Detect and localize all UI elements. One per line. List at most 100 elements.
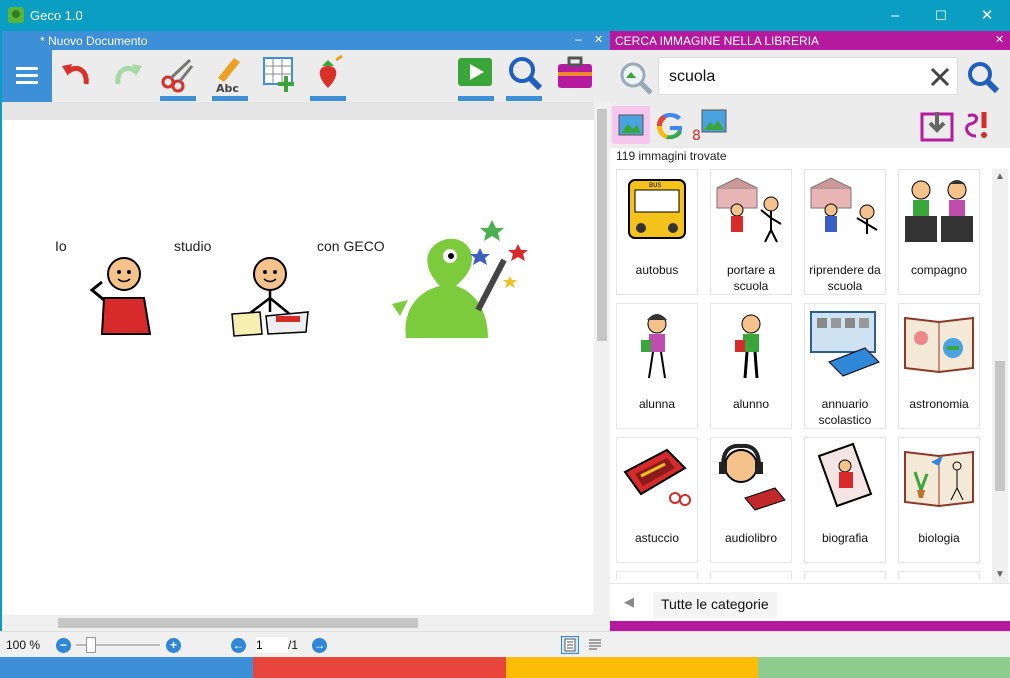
- briefcase-button[interactable]: [556, 50, 596, 100]
- maximize-button[interactable]: ☐: [918, 0, 964, 31]
- result-item[interactable]: portare a scuola: [710, 169, 792, 295]
- zoom-button[interactable]: [504, 50, 544, 101]
- results-grid: BUS autobus portare a scuola riprendere …: [616, 169, 991, 579]
- text-view-icon: [589, 639, 601, 650]
- document-vertical-scroll-thumb[interactable]: [597, 109, 607, 341]
- yearbook-icon: [810, 311, 880, 377]
- results-scroll-thumb[interactable]: [995, 361, 1005, 491]
- scissors-icon: [161, 58, 194, 93]
- biology-book-icon: [904, 450, 974, 508]
- result-item[interactable]: compagno: [898, 169, 980, 295]
- hamburger-menu-button[interactable]: [2, 50, 52, 102]
- result-item[interactable]: [710, 571, 792, 579]
- result-label: annuario scolastico: [818, 397, 872, 427]
- play-icon: [458, 58, 492, 86]
- word-con-geco[interactable]: con GECO: [317, 238, 385, 254]
- result-label: portare a scuola: [726, 263, 776, 293]
- result-item[interactable]: alunna: [616, 303, 698, 429]
- scroll-down-icon[interactable]: ▼: [995, 569, 1005, 580]
- close-button[interactable]: ✕: [964, 0, 1010, 31]
- result-label: autobus: [635, 263, 679, 277]
- source-tabs: 8: [610, 106, 1010, 148]
- insert-image-button[interactable]: [308, 50, 348, 101]
- person-pointing-icon: [89, 257, 152, 335]
- result-item[interactable]: biologia: [898, 437, 980, 563]
- result-item[interactable]: audiolibro: [710, 437, 792, 563]
- search-button-icon[interactable]: [966, 60, 1000, 94]
- word-studio[interactable]: studio: [174, 238, 211, 254]
- page-view-button[interactable]: [561, 636, 579, 654]
- result-item[interactable]: annuario scolastico: [804, 303, 886, 429]
- document-minimize-button[interactable]: –: [575, 32, 582, 46]
- word-io[interactable]: Io: [55, 238, 67, 254]
- text-view-button[interactable]: [587, 636, 605, 654]
- result-label: audiolibro: [724, 531, 778, 545]
- person-studying-icon: [231, 257, 309, 337]
- result-label: astronomia: [909, 397, 969, 411]
- redo-icon: [115, 64, 142, 85]
- result-item[interactable]: astronomia: [898, 303, 980, 429]
- library-search-panel: CERCA IMMAGINE NELLA LIBRERIA ✕ 8 119 im…: [610, 31, 1010, 631]
- result-item[interactable]: astuccio: [616, 437, 698, 563]
- result-label: riprendere da scuola: [809, 263, 881, 293]
- page-total: /1: [288, 638, 299, 652]
- clear-search-icon[interactable]: [929, 66, 951, 88]
- magic-icon[interactable]: [962, 108, 992, 142]
- status-bar: 100 % − + ← /1 →: [0, 631, 1010, 657]
- next-page-button[interactable]: →: [312, 638, 327, 653]
- pencil-case-icon: [623, 448, 691, 506]
- image-search-icon: [620, 62, 653, 95]
- result-item[interactable]: alunno: [710, 303, 792, 429]
- result-label: biologia: [918, 531, 960, 545]
- tab-local-library[interactable]: [612, 106, 650, 144]
- search-input[interactable]: [669, 65, 919, 89]
- strawberry-icon: [319, 54, 343, 88]
- play-button[interactable]: [456, 50, 496, 101]
- result-item[interactable]: [804, 571, 886, 579]
- color-segment-blue: [0, 657, 253, 678]
- color-bar: [0, 657, 1010, 678]
- category-back-icon[interactable]: ◀: [624, 594, 634, 610]
- document-pane: * Nuovo Documento – ✕ Abc Io studio con …: [0, 31, 610, 631]
- document-horizontal-scroll-thumb[interactable]: [58, 618, 418, 628]
- classmates-icon: [905, 180, 973, 242]
- zoom-out-button[interactable]: −: [56, 638, 71, 653]
- color-segment-yellow: [506, 657, 758, 678]
- cut-button[interactable]: [158, 50, 198, 101]
- picture-icon: [618, 114, 644, 136]
- scroll-up-icon[interactable]: ▲: [995, 171, 1005, 182]
- zoom-in-button[interactable]: +: [166, 638, 181, 653]
- table-icon: [263, 57, 294, 92]
- insert-table-button[interactable]: [260, 50, 300, 100]
- girl-pupil-icon: [641, 314, 667, 379]
- result-item[interactable]: BUS autobus: [616, 169, 698, 295]
- document-page[interactable]: Io studio con GECO: [2, 120, 594, 615]
- result-item[interactable]: [616, 571, 698, 579]
- redo-button[interactable]: [106, 50, 146, 100]
- extra-sources-icon[interactable]: 8: [692, 108, 728, 142]
- color-segment-green: [758, 657, 1010, 678]
- result-item[interactable]: biografia: [804, 437, 886, 563]
- import-image-icon[interactable]: [920, 110, 954, 142]
- panel-close-button[interactable]: ✕: [995, 33, 1004, 46]
- page-number-input[interactable]: [256, 637, 288, 653]
- result-item[interactable]: riprendere da scuola: [804, 169, 886, 295]
- spellcheck-icon: Abc: [216, 58, 240, 95]
- geco-app-icon: [8, 7, 24, 23]
- spellcheck-button[interactable]: Abc: [210, 50, 250, 101]
- result-item[interactable]: [898, 571, 980, 579]
- previous-page-button[interactable]: ←: [231, 638, 246, 653]
- astronomy-book-icon: [904, 316, 974, 374]
- zoom-slider-thumb[interactable]: [86, 637, 96, 653]
- document-close-button[interactable]: ✕: [594, 33, 603, 46]
- minimize-button[interactable]: –: [872, 0, 918, 31]
- document-header: * Nuovo Documento – ✕: [2, 31, 610, 50]
- svg-text:Abc: Abc: [216, 82, 239, 95]
- result-label: astuccio: [634, 531, 680, 545]
- biography-icon: [817, 442, 873, 508]
- page-view-icon: [564, 638, 576, 652]
- category-selector[interactable]: Tutte le categorie: [653, 592, 777, 618]
- undo-button[interactable]: [58, 50, 98, 100]
- google-icon[interactable]: [654, 110, 686, 142]
- result-label: biografia: [821, 531, 869, 545]
